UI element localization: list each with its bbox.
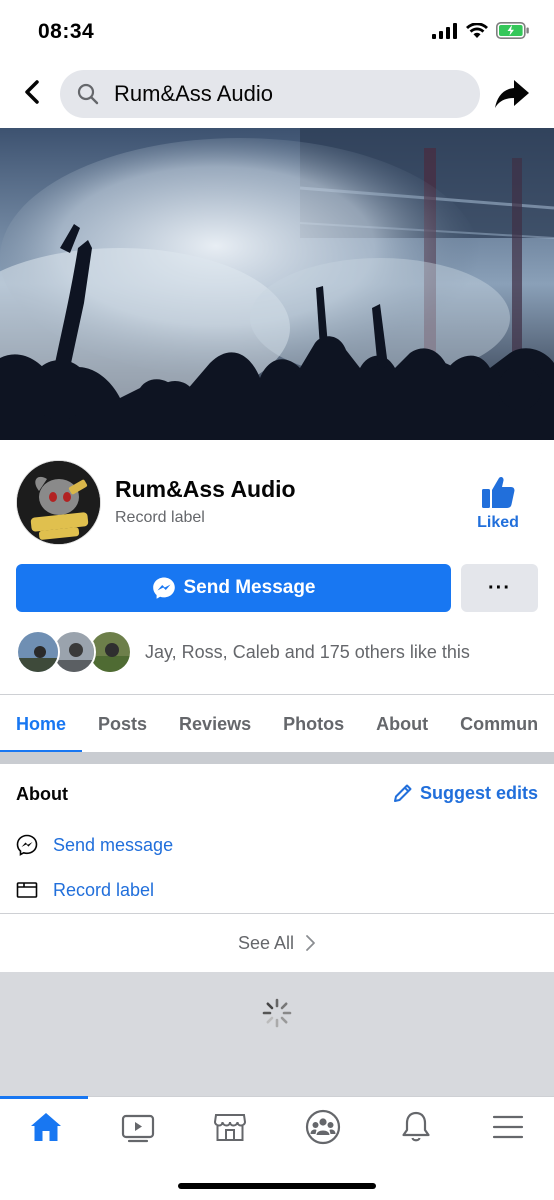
likes-summary-text: Jay, Ross, Caleb and 175 others like thi… [145, 642, 470, 662]
menu-icon [492, 1115, 524, 1139]
nav-watch[interactable] [108, 1105, 168, 1149]
messenger-icon [152, 577, 175, 599]
chevron-left-icon [25, 80, 39, 104]
battery-charging-icon [496, 22, 529, 39]
page-category: Record label [115, 509, 205, 526]
home-indicator[interactable] [178, 1183, 376, 1189]
notifications-icon [402, 1111, 430, 1142]
tab-reviews[interactable]: Reviews [163, 695, 267, 752]
search-icon [76, 82, 100, 106]
status-time: 08:34 [38, 20, 95, 43]
nav-active-indicator [0, 1096, 88, 1099]
page-tabs: Home Posts Reviews Photos About Commun [0, 694, 554, 752]
wifi-icon [466, 22, 488, 38]
status-icons [432, 22, 530, 39]
tab-community[interactable]: Commun [444, 695, 554, 752]
groups-icon [305, 1109, 341, 1145]
page-name: Rum&Ass Audio [115, 476, 296, 502]
friends-likes-row[interactable]: Jay, Ross, Caleb and 175 others like thi… [16, 630, 538, 676]
tab-photos[interactable]: Photos [267, 695, 360, 752]
liked-label: Liked [477, 514, 519, 531]
page-profile: Rum&Ass Audio Record label Liked Send Me… [0, 440, 554, 694]
status-bar: 08:34 [0, 0, 554, 62]
search-query: Rum&Ass Audio [114, 81, 273, 106]
chevron-right-icon [306, 935, 315, 951]
home-icon [31, 1113, 61, 1141]
friend-avatar [16, 630, 60, 674]
cellular-signal-icon [432, 22, 457, 39]
about-card: About Suggest edits Send message Record … [0, 764, 554, 972]
category-icon [16, 882, 38, 898]
thumbs-up-icon [482, 476, 515, 508]
more-options-button[interactable]: ··· [461, 564, 538, 612]
pencil-icon [393, 784, 412, 802]
about-item-record-label[interactable]: Record label [16, 875, 154, 905]
liked-button[interactable]: Liked [464, 474, 532, 542]
tab-about[interactable]: About [360, 695, 444, 752]
messenger-icon [16, 834, 38, 856]
share-arrow-icon [495, 80, 529, 108]
nav-home[interactable] [16, 1105, 76, 1149]
marketplace-icon [213, 1114, 247, 1141]
search-header: Rum&Ass Audio [0, 62, 554, 128]
nav-marketplace[interactable] [200, 1105, 260, 1149]
share-button[interactable] [492, 74, 532, 114]
loading-spinner-icon [262, 998, 292, 1028]
concert-crowd-image [0, 128, 554, 440]
nav-notifications[interactable] [386, 1105, 446, 1149]
suggest-edits-label: Suggest edits [419, 782, 538, 803]
tab-home[interactable]: Home [0, 695, 83, 752]
see-all-label: See All [237, 932, 295, 953]
suggest-edits-button[interactable]: Suggest edits [392, 782, 538, 804]
nav-groups[interactable] [293, 1105, 353, 1149]
nav-menu[interactable] [478, 1105, 538, 1149]
about-item-label: Record label [53, 879, 155, 900]
about-item-send-message[interactable]: Send message [16, 830, 173, 860]
back-button[interactable] [14, 74, 50, 110]
section-divider [0, 752, 554, 764]
about-item-label: Send message [53, 834, 174, 855]
see-all-button[interactable]: See All [0, 914, 554, 972]
loading-area [0, 972, 554, 1096]
tab-posts[interactable]: Posts [82, 695, 163, 752]
send-message-button[interactable]: Send Message [16, 564, 451, 612]
more-options-icon: ··· [488, 576, 511, 599]
send-message-label: Send Message [183, 577, 316, 598]
cover-photo[interactable] [0, 128, 554, 440]
watch-icon [121, 1114, 155, 1143]
rum-and-ass-logo [17, 461, 100, 544]
search-input[interactable]: Rum&Ass Audio [60, 70, 480, 118]
about-title: About [16, 784, 68, 804]
page-avatar[interactable] [16, 460, 101, 545]
